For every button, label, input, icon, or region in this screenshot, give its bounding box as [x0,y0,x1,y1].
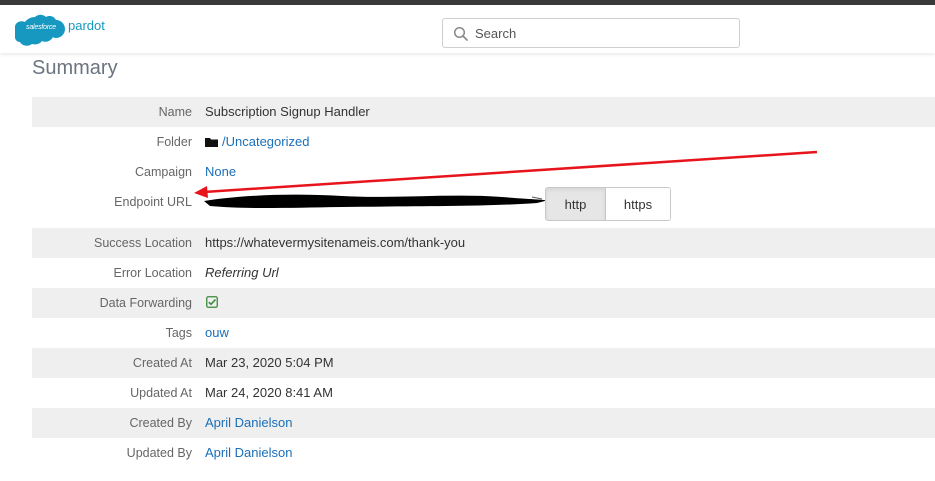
field-label: Success Location [94,236,192,250]
field-label: Created By [129,416,192,430]
row-endpoint-url: Endpoint URL http https [32,187,935,228]
protocol-toggle: http https [545,187,671,221]
updated-at-value: Mar 24, 2020 8:41 AM [205,385,333,400]
field-label: Data Forwarding [99,296,192,310]
field-label: Name [158,105,192,119]
row-campaign: Campaign None [32,157,935,187]
created-by-link[interactable]: April Danielson [205,415,292,430]
row-name: Name Subscription Signup Handler [32,97,935,127]
redaction-scribble [204,194,546,208]
search-input[interactable] [475,19,725,47]
field-label: Campaign [135,165,192,179]
folder-link[interactable]: /Uncategorized [222,134,309,149]
https-button[interactable]: https [606,188,670,220]
page-title: Summary [32,57,118,79]
http-button[interactable]: http [546,188,606,220]
field-label: Tags [165,326,192,340]
row-error-location: Error Location Referring Url [32,258,935,288]
row-updated-at: Updated At Mar 24, 2020 8:41 AM [32,378,935,408]
error-location-value: Referring Url [205,265,279,280]
row-updated-by: Updated By April Danielson [32,438,935,468]
field-label: Updated At [130,386,192,400]
row-data-forwarding: Data Forwarding [32,288,935,318]
app-header: salesforce pardot [0,5,935,53]
campaign-link[interactable]: None [205,164,236,179]
tag-link[interactable]: ouw [205,325,229,340]
row-folder: Folder /Uncategorized [32,127,935,157]
search-box[interactable] [442,18,740,48]
field-label: Error Location [113,266,192,280]
row-created-by: Created By April Danielson [32,408,935,438]
row-created-at: Created At Mar 23, 2020 5:04 PM [32,348,935,378]
salesforce-pardot-logo[interactable]: salesforce pardot [15,13,110,47]
search-icon [453,26,468,41]
logo-cloud-text: salesforce [26,24,56,31]
field-label: Updated By [126,446,192,460]
field-label: Endpoint URL [114,195,192,209]
updated-by-link[interactable]: April Danielson [205,445,292,460]
success-location-value: https://whatevermysitenameis.com/thank-y… [205,235,466,250]
folder-icon [205,138,218,147]
field-label: Folder [156,135,192,149]
row-tags: Tags ouw [32,318,935,348]
check-square-icon [206,296,218,308]
name-value: Subscription Signup Handler [205,104,370,119]
summary-table: Name Subscription Signup Handler Folder … [32,97,935,468]
logo-product-text: pardot [68,18,105,33]
row-success-location: Success Location https://whatevermysiten… [32,228,935,258]
created-at-value: Mar 23, 2020 5:04 PM [205,355,334,370]
field-label: Created At [132,356,192,370]
folder-value: /Uncategorized [205,134,309,149]
